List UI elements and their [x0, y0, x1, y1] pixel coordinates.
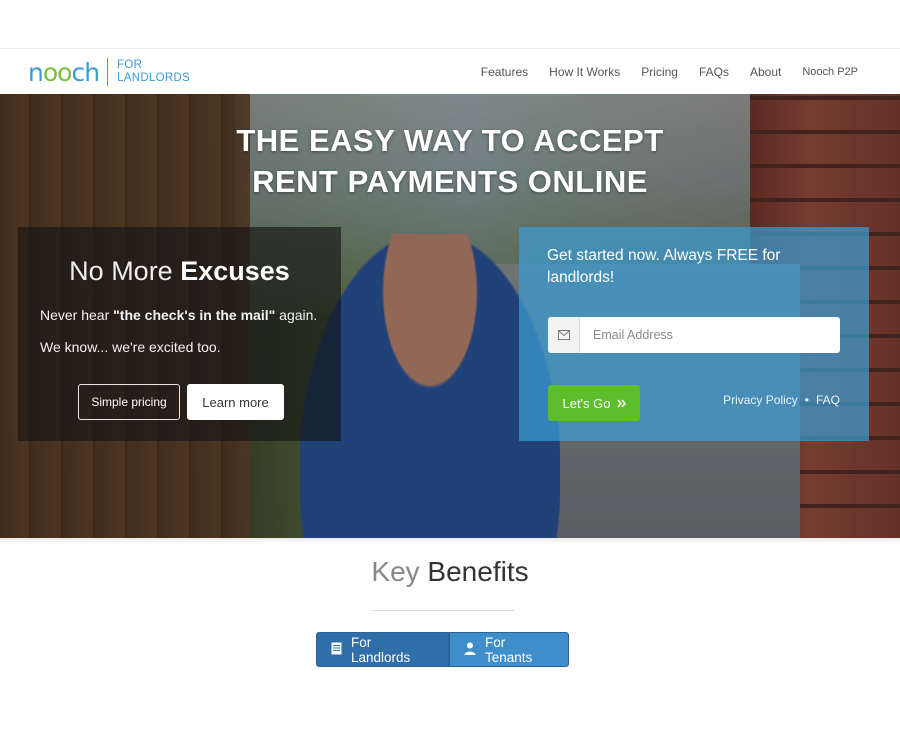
- simple-pricing-button[interactable]: Simple pricing: [78, 384, 180, 420]
- hero-section: THE EASY WAY TO ACCEPT RENT PAYMENTS ONL…: [0, 94, 900, 538]
- tab-for-landlords[interactable]: For Landlords: [316, 632, 449, 667]
- lets-go-button[interactable]: Let's Go: [548, 385, 640, 421]
- benefits-divider: [372, 610, 514, 611]
- learn-more-button[interactable]: Learn more: [187, 384, 284, 420]
- tab-for-tenants-label: For Tenants: [485, 634, 533, 665]
- double-chevron-right-icon: [616, 396, 626, 411]
- email-input[interactable]: [580, 317, 840, 353]
- privacy-policy-link[interactable]: Privacy Policy: [723, 393, 798, 407]
- user-icon: [464, 642, 476, 658]
- document-icon: [331, 642, 342, 658]
- envelope-icon: [548, 317, 580, 353]
- nav-link-how-it-works[interactable]: How It Works: [549, 65, 620, 79]
- main-nav: Features How It Works Pricing FAQs About…: [481, 49, 858, 95]
- key-benefits-dark: Benefits: [427, 556, 529, 587]
- benefits-tabs: For Landlords For Tenants: [316, 632, 569, 667]
- faq-link[interactable]: FAQ: [816, 393, 840, 407]
- signup-links: Privacy Policy • FAQ: [723, 393, 840, 407]
- hero-title-line1: THE EASY WAY TO ACCEPT: [236, 123, 664, 158]
- logo-subtitle: FOR LANDLORDS: [117, 59, 190, 85]
- link-separator: •: [804, 393, 809, 407]
- hero-title: THE EASY WAY TO ACCEPT RENT PAYMENTS ONL…: [0, 120, 900, 202]
- signup-panel: Get started now. Always FREE for landlor…: [519, 227, 869, 441]
- excuses-heading-thin: No More: [69, 256, 173, 286]
- hero-title-line2: RENT PAYMENTS ONLINE: [252, 164, 648, 199]
- tab-for-landlords-label: For Landlords: [351, 634, 411, 665]
- signup-heading: Get started now. Always FREE for landlor…: [547, 247, 781, 286]
- nav-link-pricing[interactable]: Pricing: [641, 65, 678, 79]
- nav-link-nooch-p2p[interactable]: Nooch P2P: [802, 66, 858, 78]
- excuses-heading-bold: Excuses: [180, 256, 290, 286]
- nav-link-features[interactable]: Features: [481, 65, 528, 79]
- key-benefits-heading: Key Benefits: [0, 556, 900, 588]
- logo-divider: [107, 58, 109, 86]
- hero-shadow: [0, 538, 900, 544]
- tab-for-tenants[interactable]: For Tenants: [449, 632, 569, 667]
- excuses-line1-suffix: again.: [279, 307, 318, 323]
- excuses-line1-prefix: Never hear: [40, 307, 110, 323]
- logo-subtitle-line1: FOR: [117, 59, 143, 71]
- excuses-panel: No More Excuses Never hear "the check's …: [18, 227, 341, 441]
- excuses-line1-quote: "the check's in the mail": [113, 307, 276, 323]
- excuses-line-1: Never hear "the check's in the mail" aga…: [40, 307, 317, 323]
- nav-link-faqs[interactable]: FAQs: [699, 65, 729, 79]
- logo[interactable]: nooch FOR LANDLORDS: [28, 57, 190, 87]
- excuses-line-2: We know... we're excited too.: [40, 339, 221, 355]
- lets-go-label: Let's Go: [562, 395, 611, 411]
- logo-wordmark: nooch: [28, 57, 100, 87]
- top-navbar: nooch FOR LANDLORDS Features How It Work…: [0, 48, 900, 94]
- email-input-group: [548, 317, 840, 353]
- excuses-heading: No More Excuses: [18, 255, 341, 287]
- nav-link-about[interactable]: About: [750, 65, 781, 79]
- key-benefits-light: Key: [371, 556, 420, 587]
- logo-subtitle-line2: LANDLORDS: [117, 72, 191, 84]
